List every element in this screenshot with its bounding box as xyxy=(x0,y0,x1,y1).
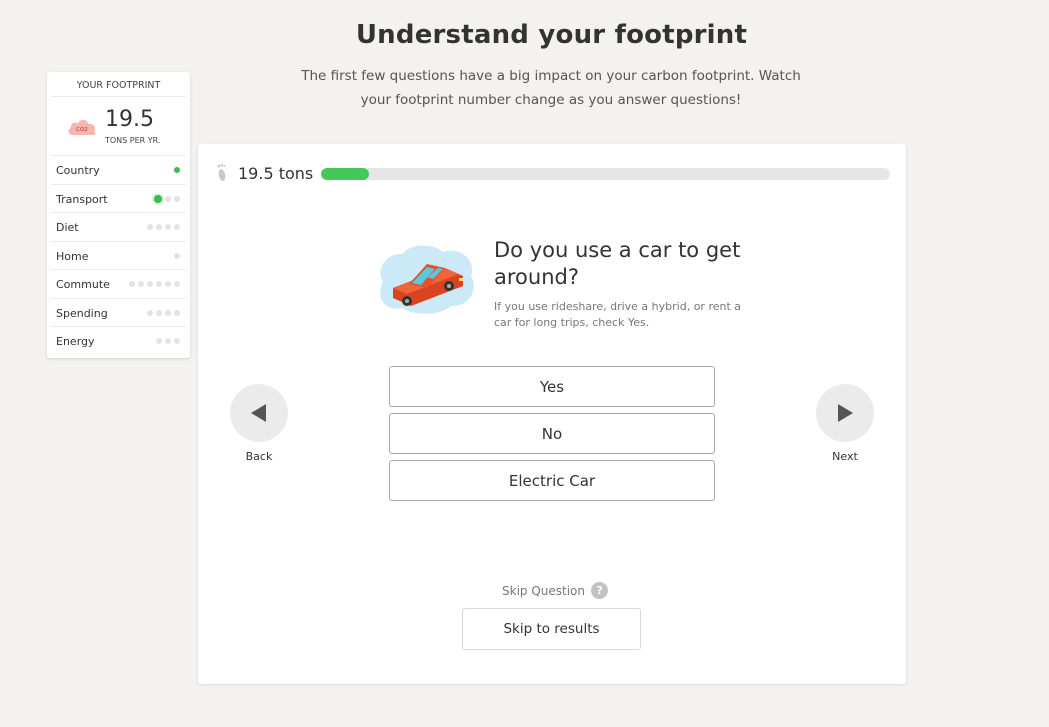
next-label: Next xyxy=(832,450,858,463)
sidebar-item-commute[interactable]: Commute xyxy=(51,270,186,299)
sidebar-item-label: Transport xyxy=(56,192,108,206)
sidebar-item-spending[interactable]: Spending xyxy=(51,299,186,327)
back-label: Back xyxy=(245,450,273,463)
sidebar-item-label: Home xyxy=(56,249,89,263)
question-card: 19.5 tons Do you use a car to get around… xyxy=(198,144,906,684)
arrow-left-icon xyxy=(251,404,266,422)
step-dot xyxy=(138,281,144,287)
co2-label: CO2 xyxy=(76,127,88,133)
step-dot xyxy=(174,252,180,259)
step-dots xyxy=(147,224,180,230)
step-dot xyxy=(154,194,162,203)
sidebar-total: CO2 19.5 TONS PER YR. xyxy=(51,97,186,156)
step-dot xyxy=(165,338,171,344)
step-dot xyxy=(174,195,180,202)
step-dot xyxy=(165,195,171,202)
progress-bar xyxy=(321,168,890,180)
question-title: Do you use a car to get around? xyxy=(494,238,741,289)
step-dots xyxy=(174,252,180,259)
step-dot xyxy=(174,224,180,230)
step-dots xyxy=(147,309,180,316)
answer-yes-button[interactable]: Yes xyxy=(389,366,715,407)
sidebar-total-unit: TONS PER YR. xyxy=(105,136,161,145)
step-dot xyxy=(156,338,162,344)
step-dot xyxy=(156,224,162,230)
footprint-sidebar: YOUR FOOTPRINT CO2 19.5 TONS PER YR. Cou… xyxy=(47,72,190,358)
page-subtitle: The first few questions have a big impac… xyxy=(301,68,801,108)
skip-to-results-button[interactable]: Skip to results xyxy=(462,608,641,650)
sidebar-item-label: Commute xyxy=(56,278,110,291)
step-dot xyxy=(129,281,135,287)
skip-question-link[interactable]: Skip Question ? xyxy=(502,582,609,599)
answer-electric-car-button[interactable]: Electric Car xyxy=(389,460,715,501)
step-dots xyxy=(174,167,180,173)
step-dots xyxy=(129,281,180,287)
sidebar-item-label: Diet xyxy=(56,221,79,234)
back-circle[interactable] xyxy=(230,384,288,442)
step-dot xyxy=(174,167,180,173)
co2-cloud-icon: CO2 xyxy=(68,119,96,135)
sidebar-item-label: Spending xyxy=(56,306,108,320)
footprint-icon xyxy=(217,164,226,181)
sidebar-item-transport[interactable]: Transport xyxy=(51,185,186,213)
sidebar-item-home[interactable]: Home xyxy=(51,242,186,270)
step-dots xyxy=(154,194,180,203)
step-dot xyxy=(165,224,171,230)
answer-no-button[interactable]: No xyxy=(389,413,715,454)
step-dot xyxy=(174,309,180,316)
sidebar-heading: YOUR FOOTPRINT xyxy=(51,72,186,97)
progress-fill xyxy=(321,168,370,180)
help-icon[interactable]: ? xyxy=(591,582,609,599)
step-dot xyxy=(147,281,153,287)
next-button[interactable]: Next xyxy=(816,384,874,463)
sidebar-item-energy[interactable]: Energy xyxy=(51,327,186,356)
step-dot xyxy=(147,224,153,230)
progress-label: 19.5 tons xyxy=(238,164,314,183)
skip-question-label: Skip Question xyxy=(502,583,586,598)
sidebar-item-label: Energy xyxy=(56,335,95,348)
step-dot xyxy=(174,281,180,287)
next-circle[interactable] xyxy=(816,384,874,442)
page-title: Understand your footprint xyxy=(355,20,748,50)
step-dot xyxy=(174,338,180,344)
sidebar-item-diet[interactable]: Diet xyxy=(51,213,186,242)
step-dot xyxy=(147,309,153,316)
car-illustration xyxy=(380,245,474,314)
arrow-right-icon xyxy=(838,404,853,422)
step-dots xyxy=(156,338,180,344)
sidebar-item-country[interactable]: Country xyxy=(51,156,186,185)
answer-options: Yes No Electric Car xyxy=(389,366,715,507)
back-button[interactable]: Back xyxy=(230,384,288,463)
step-dot xyxy=(165,309,171,316)
step-dot xyxy=(156,281,162,287)
question-help: If you use rideshare, drive a hybrid, or… xyxy=(494,300,742,329)
sidebar-item-label: Country xyxy=(56,164,100,177)
step-dot xyxy=(165,281,171,287)
sidebar-total-value: 19.5 xyxy=(105,107,154,132)
step-dot xyxy=(156,309,162,316)
